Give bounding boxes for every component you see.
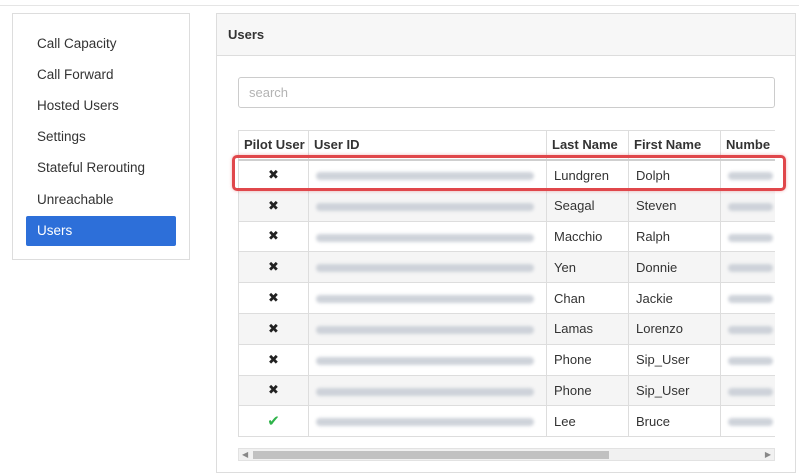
redacted-user-id xyxy=(316,387,534,396)
last-name-cell: Lee xyxy=(546,405,629,438)
number-cell xyxy=(720,312,775,345)
window-top-edge xyxy=(0,0,799,6)
panel-header: Users xyxy=(217,14,795,56)
redacted-number xyxy=(728,387,773,396)
redacted-number xyxy=(728,325,773,334)
number-cell xyxy=(720,251,775,284)
search-input[interactable] xyxy=(238,77,775,108)
scrollbar-thumb[interactable] xyxy=(253,451,609,459)
redacted-number xyxy=(728,295,773,304)
scroll-left-icon[interactable]: ◀ xyxy=(242,448,248,461)
redacted-number xyxy=(728,202,773,211)
user-id-cell xyxy=(308,189,547,222)
pilot-cell: ✖ xyxy=(238,189,309,222)
table-row[interactable]: ✖ Macchio Ralph xyxy=(238,220,775,253)
redacted-number xyxy=(728,356,773,365)
table-row[interactable]: ✖ Lamas Lorenzo xyxy=(238,312,775,345)
redacted-user-id xyxy=(316,233,534,242)
sidebar-nav: Call Capacity Call Forward Hosted Users … xyxy=(12,13,190,260)
last-name-cell: Yen xyxy=(546,251,629,284)
table-row[interactable]: ✖ Phone Sip_User xyxy=(238,343,775,376)
sidebar-item-call-capacity[interactable]: Call Capacity xyxy=(26,29,176,59)
pilot-cell: ✖ xyxy=(238,343,309,376)
user-id-cell xyxy=(308,282,547,314)
user-id-cell xyxy=(308,251,547,284)
redacted-number xyxy=(728,264,773,273)
last-name-cell: Macchio xyxy=(546,220,629,253)
number-cell xyxy=(720,374,775,407)
redacted-number xyxy=(728,233,773,242)
cross-icon: ✖ xyxy=(268,320,279,336)
pilot-cell: ✔ xyxy=(238,405,309,438)
sidebar-item-call-forward[interactable]: Call Forward xyxy=(26,60,176,90)
first-name-cell: Steven xyxy=(628,189,721,222)
pilot-cell: ✖ xyxy=(238,220,309,253)
cross-icon: ✖ xyxy=(268,228,279,244)
redacted-user-id xyxy=(316,295,534,304)
number-cell xyxy=(720,189,775,222)
number-cell xyxy=(720,220,775,253)
table-row[interactable]: ✔ Lee Bruce xyxy=(238,405,775,438)
cross-icon: ✖ xyxy=(268,351,279,367)
last-name-cell: Seagal xyxy=(546,189,629,222)
user-id-cell xyxy=(308,405,547,438)
sidebar-item-hosted-users[interactable]: Hosted Users xyxy=(26,91,176,121)
first-name-cell: Sip_User xyxy=(628,374,721,407)
cross-icon: ✖ xyxy=(268,290,279,306)
cross-icon: ✖ xyxy=(268,259,279,275)
panel-title: Users xyxy=(228,27,265,42)
table-row[interactable]: ✖ Seagal Steven xyxy=(238,189,775,222)
last-name-cell: Chan xyxy=(546,282,629,314)
first-name-cell: Ralph xyxy=(628,220,721,253)
redacted-user-id xyxy=(316,202,534,211)
first-name-cell: Jackie xyxy=(628,282,721,314)
pilot-cell: ✖ xyxy=(238,282,309,314)
number-cell xyxy=(720,405,775,438)
last-name-cell: Lamas xyxy=(546,312,629,345)
checkmark-icon: ✔ xyxy=(267,413,280,431)
last-name-cell: Phone xyxy=(546,343,629,376)
scroll-right-icon[interactable]: ▶ xyxy=(765,448,771,461)
first-name-cell: Lorenzo xyxy=(628,312,721,345)
sidebar-item-settings[interactable]: Settings xyxy=(26,122,176,152)
number-cell xyxy=(720,282,775,314)
user-id-cell xyxy=(308,343,547,376)
sidebar-item-unreachable[interactable]: Unreachable xyxy=(26,185,176,215)
user-id-cell xyxy=(308,312,547,345)
redacted-user-id xyxy=(316,325,534,334)
redacted-user-id xyxy=(316,264,534,273)
row-highlight-annotation xyxy=(232,155,786,191)
redacted-number xyxy=(728,418,773,427)
last-name-cell: Phone xyxy=(546,374,629,407)
sidebar-item-users[interactable]: Users xyxy=(26,216,176,246)
user-id-cell xyxy=(308,220,547,253)
table-row[interactable]: ✖ Phone Sip_User xyxy=(238,374,775,407)
sidebar-item-stateful-rerouting[interactable]: Stateful Rerouting xyxy=(26,153,176,183)
pilot-cell: ✖ xyxy=(238,251,309,284)
pilot-cell: ✖ xyxy=(238,374,309,407)
table-row[interactable]: ✖ Chan Jackie xyxy=(238,282,775,314)
redacted-user-id xyxy=(316,418,534,427)
pilot-cell: ✖ xyxy=(238,312,309,345)
number-cell xyxy=(720,343,775,376)
table-row[interactable]: ✖ Yen Donnie xyxy=(238,251,775,284)
redacted-user-id xyxy=(316,356,534,365)
cross-icon: ✖ xyxy=(268,197,279,213)
first-name-cell: Sip_User xyxy=(628,343,721,376)
horizontal-scrollbar[interactable]: ◀ ▶ xyxy=(238,448,775,461)
user-id-cell xyxy=(308,374,547,407)
first-name-cell: Bruce xyxy=(628,405,721,438)
cross-icon: ✖ xyxy=(268,382,279,398)
users-panel: Users Pilot User User ID Last Name First… xyxy=(216,13,796,473)
first-name-cell: Donnie xyxy=(628,251,721,284)
